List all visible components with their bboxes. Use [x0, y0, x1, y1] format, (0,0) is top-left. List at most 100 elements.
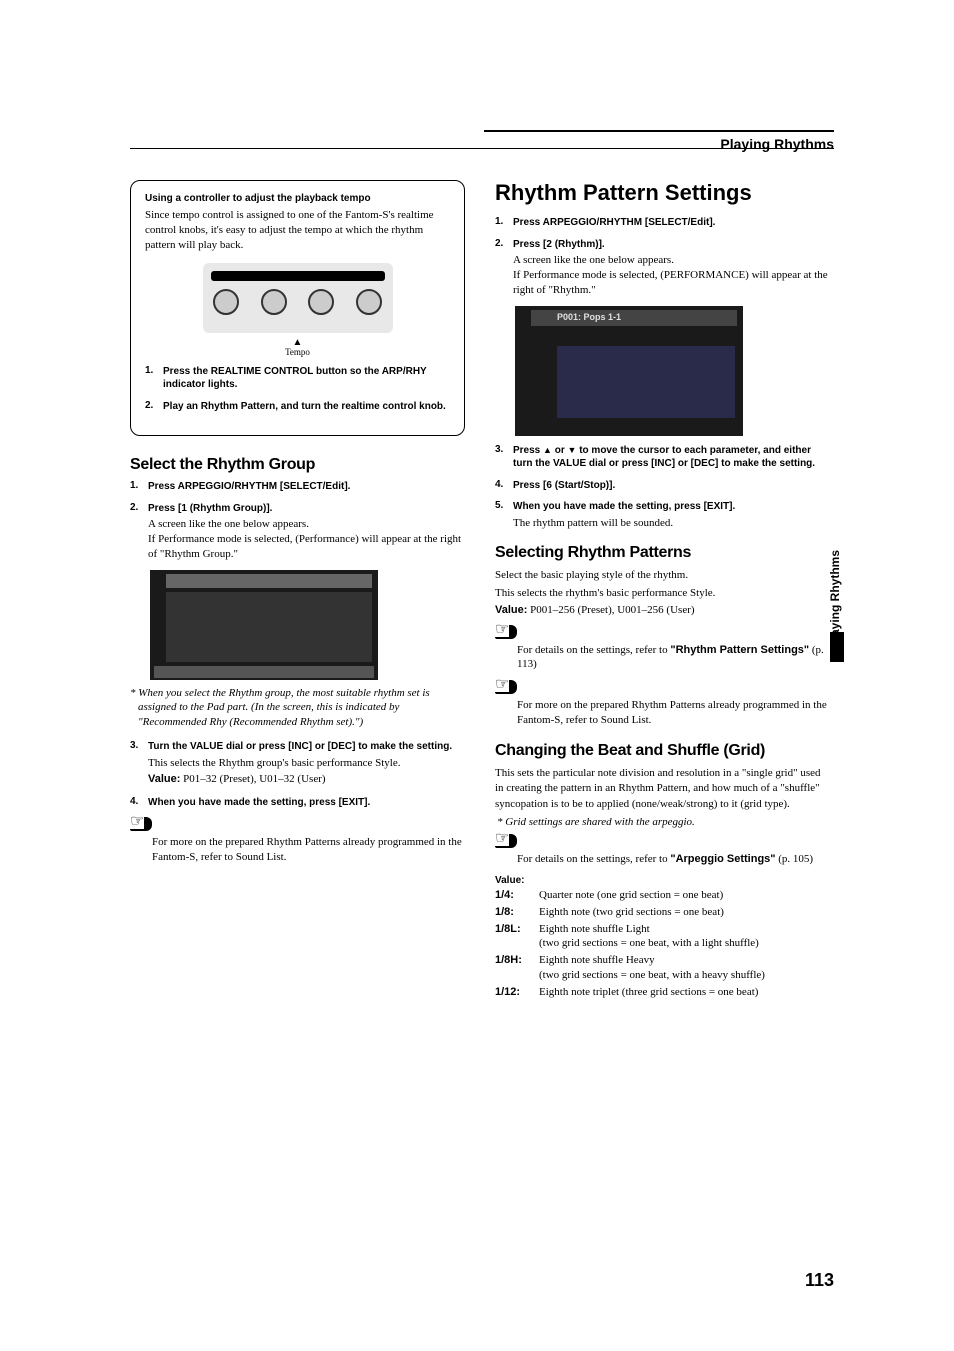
step-number: 2. [145, 400, 163, 414]
step-4: 4. Press [6 (Start/Stop)]. [495, 479, 830, 493]
pointing-hand-icon [130, 817, 152, 831]
value-row: 1/12: Eighth note triplet (three grid se… [495, 985, 830, 1000]
sec2-p: This sets the particular note division a… [495, 766, 830, 812]
callout-tempo: Using a controller to adjust the playbac… [130, 180, 465, 436]
value-label: Value: [148, 773, 180, 785]
pattern-steps-a: 1. Press ARPEGGIO/RHYTHM [SELECT/Edit]. … [495, 216, 830, 298]
step-number: 4. [130, 796, 148, 810]
heading-select-rhythm-group: Select the Rhythm Group [130, 456, 465, 474]
sec1-p2: This selects the rhythm's basic performa… [495, 586, 830, 601]
step-number: 2. [495, 238, 513, 298]
step-5: 5. When you have made the setting, press… [495, 500, 830, 530]
callout-steps: 1. Press the REALTIME CONTROL button so … [145, 365, 450, 414]
reference-block: For more on the prepared Rhythm Patterns… [130, 817, 465, 865]
step-3: 3. Turn the VALUE dial or press [INC] or… [130, 740, 465, 788]
step-number: 5. [495, 500, 513, 530]
callout-step-1: 1. Press the REALTIME CONTROL button so … [145, 365, 450, 392]
pointing-hand-icon [495, 625, 517, 639]
step-text: When you have made the setting, press [E… [513, 500, 830, 514]
pattern-steps-b: 3. Press or to move the cursor to each p… [495, 444, 830, 531]
rhythm-group-steps-cont: 3. Turn the VALUE dial or press [INC] or… [130, 740, 465, 809]
sec2-note: Grid settings are shared with the arpegg… [505, 816, 830, 828]
reference-block: For details on the settings, refer to "R… [495, 625, 830, 673]
step-number: 2. [130, 502, 148, 562]
value-key: 1/8: [495, 905, 539, 920]
step-text: Press the REALTIME CONTROL button so the… [163, 365, 450, 392]
step-text: Press ARPEGGIO/RHYTHM [SELECT/Edit]. [513, 216, 830, 230]
step-2: 2. Press [1 (Rhythm Group)]. A screen li… [130, 502, 465, 562]
reference-text: For details on the settings, refer to "R… [517, 643, 830, 673]
value-desc: Eighth note shuffle Light (two grid sect… [539, 922, 830, 952]
step-text: Press ARPEGGIO/RHYTHM [SELECT/Edit]. [148, 480, 465, 494]
value-desc: Eighth note triplet (three grid sections… [539, 985, 830, 1000]
reference-block: For more on the prepared Rhythm Patterns… [495, 680, 830, 728]
rhythm-group-screenshot [150, 570, 378, 680]
step-body: A screen like the one below appears. If … [513, 253, 830, 298]
step-text: When you have made the setting, press [E… [148, 796, 465, 810]
reference-text: For more on the prepared Rhythm Patterns… [152, 835, 465, 865]
left-column: Using a controller to adjust the playbac… [130, 180, 465, 1002]
value-key: 1/12: [495, 985, 539, 1000]
step-text: Press or to move the cursor to each para… [513, 444, 830, 471]
sec1-p1: Select the basic playing style of the rh… [495, 568, 830, 583]
value-desc: Quarter note (one grid section = one bea… [539, 888, 830, 903]
triangle-up-icon [543, 445, 552, 456]
step-text: Press [2 (Rhythm)]. [513, 238, 830, 252]
tempo-label: Tempo [145, 347, 450, 357]
reference-text: For more on the prepared Rhythm Patterns… [517, 698, 830, 728]
value-heading: Value: [495, 875, 830, 886]
step-number: 1. [145, 365, 163, 392]
page-number: 113 [805, 1270, 834, 1291]
step-body: A screen like the one below appears. If … [148, 517, 465, 562]
step-3: 3. Press or to move the cursor to each p… [495, 444, 830, 471]
reference-block: For details on the settings, refer to "A… [495, 834, 830, 867]
step-number: 1. [130, 480, 148, 494]
step-body: The rhythm pattern will be sounded. [513, 516, 830, 531]
right-column: Rhythm Pattern Settings 1. Press ARPEGGI… [495, 180, 830, 1002]
arrow-up-icon: ▲ [145, 339, 450, 347]
value-label: Value: [495, 604, 527, 616]
value-desc: Eighth note shuffle Heavy (two grid sect… [539, 953, 830, 983]
step-number: 4. [495, 479, 513, 493]
value-key: 1/8L: [495, 922, 539, 952]
value-row: 1/4: Quarter note (one grid section = on… [495, 888, 830, 903]
step-text: Press [6 (Start/Stop)]. [513, 479, 830, 493]
step-1: 1. Press ARPEGGIO/RHYTHM [SELECT/Edit]. [130, 480, 465, 494]
header-rule [130, 148, 834, 149]
value-key: 1/4: [495, 888, 539, 903]
callout-body: Since tempo control is assigned to one o… [145, 208, 450, 253]
heading-changing-beat-shuffle: Changing the Beat and Shuffle (Grid) [495, 742, 830, 760]
step-number: 3. [130, 740, 148, 788]
value-key: 1/8H: [495, 953, 539, 983]
heading-rhythm-pattern-settings: Rhythm Pattern Settings [495, 180, 830, 206]
value-line: Value: P01–32 (Preset), U01–32 (User) [148, 772, 465, 787]
value-desc: Eighth note (two grid sections = one bea… [539, 905, 830, 920]
reference-text: For details on the settings, refer to "A… [517, 852, 830, 867]
pointing-hand-icon [495, 834, 517, 848]
step-text: Turn the VALUE dial or press [INC] or [D… [148, 740, 465, 754]
note-rhythm-group: When you select the Rhythm group, the mo… [138, 686, 465, 731]
callout-title: Using a controller to adjust the playbac… [145, 193, 450, 204]
value-line: Value: P001–256 (Preset), U001–256 (User… [495, 603, 830, 618]
callout-step-2: 2. Play an Rhythm Pattern, and turn the … [145, 400, 450, 414]
realtime-control-illustration [203, 263, 393, 333]
value-text: P01–32 (Preset), U01–32 (User) [180, 773, 325, 785]
value-row: 1/8H: Eighth note shuffle Heavy (two gri… [495, 953, 830, 983]
step-number: 3. [495, 444, 513, 471]
rhythm-group-steps: 1. Press ARPEGGIO/RHYTHM [SELECT/Edit]. … [130, 480, 465, 562]
rhythm-pattern-screenshot: P001: Pops 1-1 [515, 306, 743, 436]
step-2: 2. Press [2 (Rhythm)]. A screen like the… [495, 238, 830, 298]
value-row: 1/8L: Eighth note shuffle Light (two gri… [495, 922, 830, 952]
screenshot-pattern-label: P001: Pops 1-1 [557, 312, 621, 322]
value-text: P001–256 (Preset), U001–256 (User) [527, 604, 694, 616]
side-tab-marker [830, 632, 844, 662]
pointing-hand-icon [495, 680, 517, 694]
step-number: 1. [495, 216, 513, 230]
step-body: This selects the Rhythm group's basic pe… [148, 756, 465, 771]
step-1: 1. Press ARPEGGIO/RHYTHM [SELECT/Edit]. [495, 216, 830, 230]
value-table: 1/4: Quarter note (one grid section = on… [495, 888, 830, 1000]
step-text: Press [1 (Rhythm Group)]. [148, 502, 465, 516]
step-4: 4. When you have made the setting, press… [130, 796, 465, 810]
value-row: 1/8: Eighth note (two grid sections = on… [495, 905, 830, 920]
step-text: Play an Rhythm Pattern, and turn the rea… [163, 400, 450, 414]
